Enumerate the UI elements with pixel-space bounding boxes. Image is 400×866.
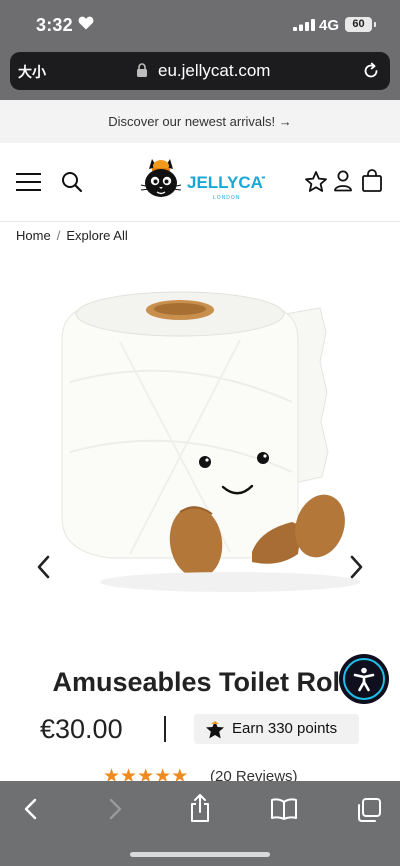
logo-wordmark: JELLYCAT xyxy=(187,173,265,192)
text-size-button[interactable]: 大小 xyxy=(18,62,46,82)
chevron-right-icon[interactable] xyxy=(345,554,367,580)
search-icon[interactable] xyxy=(61,171,83,193)
bag-icon[interactable] xyxy=(361,169,383,193)
battery-cap xyxy=(374,22,376,27)
home-indicator xyxy=(130,852,270,857)
battery-level: 60 xyxy=(352,18,365,30)
menu-icon[interactable] xyxy=(16,172,41,192)
network-type: 4G xyxy=(319,17,340,34)
product-price: €30.00 xyxy=(40,714,123,744)
url-text[interactable]: eu.jellycat.com xyxy=(158,61,270,81)
promo-banner-link[interactable]: Discover our newest arrivals! → xyxy=(0,100,400,143)
back-icon[interactable] xyxy=(21,797,41,821)
price-divider xyxy=(164,716,166,742)
site-header: JELLYCAT LONDON xyxy=(0,143,400,222)
lock-icon xyxy=(137,63,147,77)
signal-icon xyxy=(293,19,315,31)
breadcrumb-home-link[interactable]: Home xyxy=(16,228,51,243)
address-bar[interactable]: 大小 eu.jellycat.com xyxy=(10,52,390,90)
accessibility-button[interactable] xyxy=(339,654,389,704)
breadcrumb-explore-link[interactable]: Explore All xyxy=(66,228,127,243)
logo-subtext: LONDON xyxy=(213,195,240,201)
status-time: 3:32 xyxy=(36,15,73,35)
heart-icon xyxy=(78,16,94,30)
tabs-icon[interactable] xyxy=(356,797,382,823)
share-icon[interactable] xyxy=(188,793,212,823)
points-label: Earn 330 points xyxy=(232,720,338,737)
bookmarks-icon[interactable] xyxy=(270,797,298,821)
jellycat-logo[interactable]: JELLYCAT LONDON xyxy=(135,157,265,203)
breadcrumb-separator: / xyxy=(56,228,61,243)
accessibility-icon xyxy=(353,667,375,692)
points-star-icon xyxy=(206,721,224,739)
reload-icon[interactable] xyxy=(361,61,381,81)
browser-top-chrome: 3:32 4G 60 大小 eu.jellycat.com xyxy=(0,0,400,100)
battery-indicator: 60 xyxy=(345,17,372,32)
chevron-left-icon[interactable] xyxy=(33,554,55,580)
wishlist-star-icon[interactable] xyxy=(304,170,328,194)
account-icon[interactable] xyxy=(333,170,353,192)
breadcrumb: Home / Explore All xyxy=(16,228,128,243)
forward-icon[interactable] xyxy=(105,797,125,821)
product-image xyxy=(61,291,360,592)
points-badge: Earn 330 points xyxy=(194,714,359,744)
